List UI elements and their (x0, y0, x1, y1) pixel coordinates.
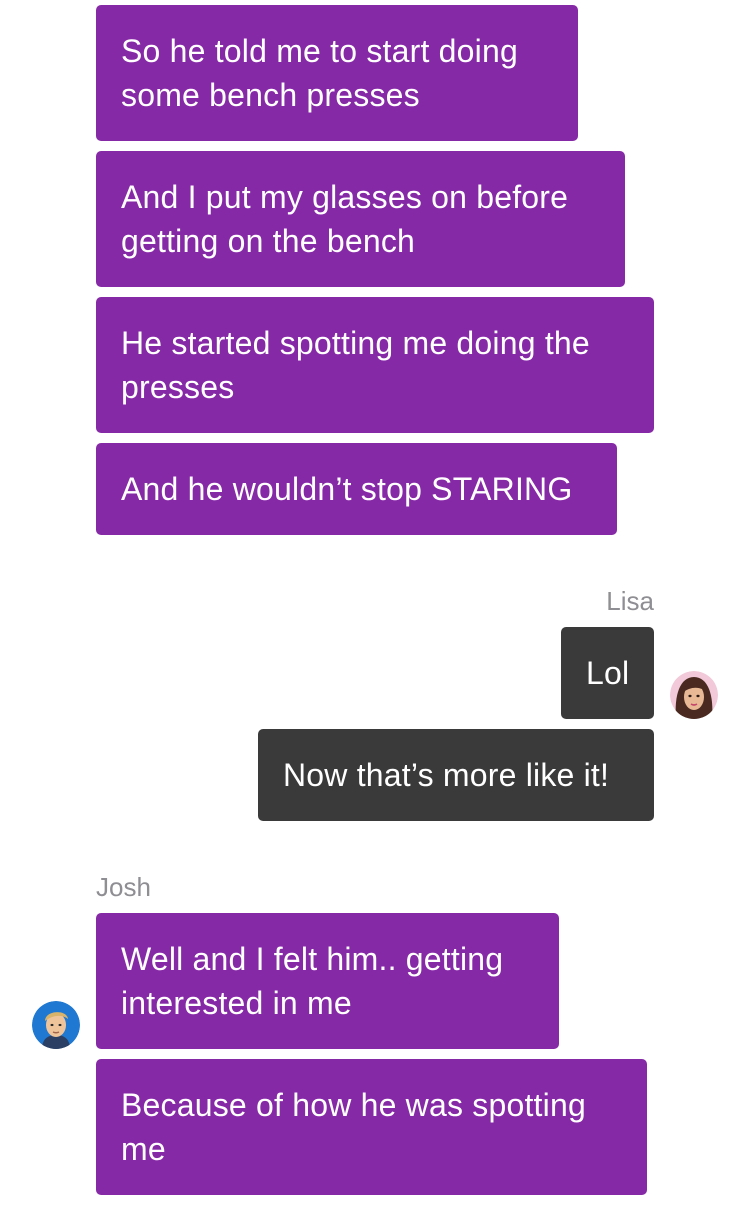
message-text-line: And he wouldn’t stop STARING (121, 471, 573, 507)
message-text-line: Now that’s more like it! (283, 757, 610, 793)
sender-name-josh: Josh (96, 872, 151, 902)
message-bubble[interactable]: And he wouldn’t stop STARING (96, 443, 617, 535)
message-bubble[interactable]: Lol (561, 627, 654, 719)
josh-avatar-art (32, 1001, 80, 1049)
sender-name-lisa: Lisa (606, 586, 654, 616)
message-text-line: presses (121, 369, 235, 405)
message-bubble[interactable]: He started spotting me doing the presses (96, 297, 654, 433)
message-bubble[interactable]: Well and I felt him.. getting interested… (96, 913, 559, 1049)
message-bubble[interactable]: Now that’s more like it! (258, 729, 654, 821)
message-text-line: He started spotting me doing the (121, 325, 590, 361)
message-text-line: Because of how he was spotting (121, 1087, 586, 1123)
message-text-line: interested in me (121, 985, 352, 1021)
message-text-line: some bench presses (121, 77, 420, 113)
message-text-line: And I put my glasses on before (121, 179, 569, 215)
message-bubble[interactable]: So he told me to start doing some bench … (96, 5, 578, 141)
message-bubble[interactable]: Because of how he was spotting me (96, 1059, 647, 1195)
message-text-line: me (121, 1131, 166, 1167)
message-text-line: getting on the bench (121, 223, 416, 259)
lisa-avatar-icon[interactable] (670, 671, 718, 719)
message-bubble[interactable]: And I put my glasses on before getting o… (96, 151, 625, 287)
lisa-avatar-art (670, 671, 718, 719)
message-text-line: So he told me to start doing (121, 33, 518, 69)
josh-avatar-icon[interactable] (32, 1001, 80, 1049)
message-text-line: Well and I felt him.. getting (121, 941, 504, 977)
message-text-line: Lol (586, 655, 630, 691)
